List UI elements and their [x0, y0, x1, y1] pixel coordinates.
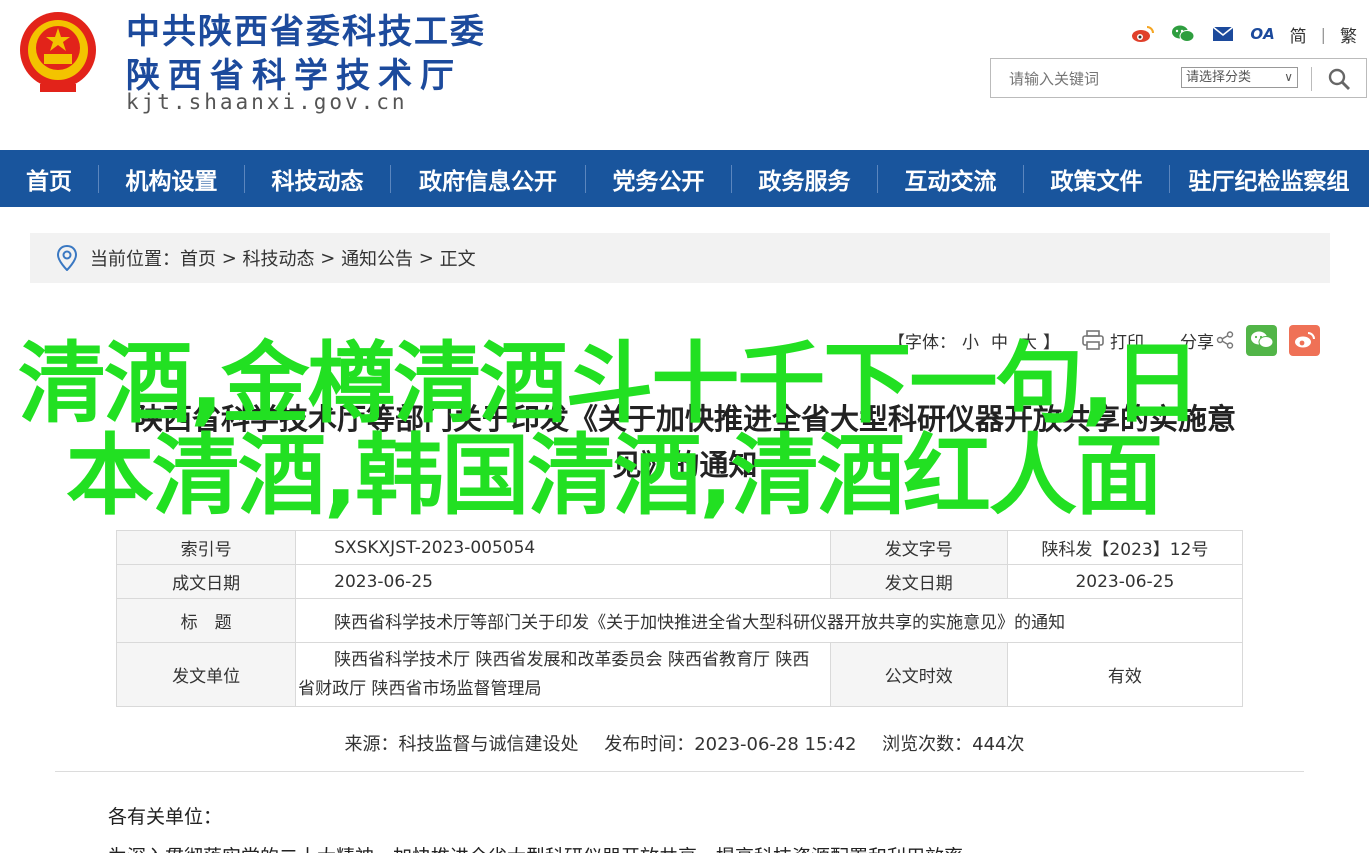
weibo-icon[interactable]	[1130, 23, 1156, 45]
meta-row: 索引号 SXSKXJST-2023-005054 发文字号 陕科发【2023】1…	[115, 530, 1244, 565]
article-body-line: 为深入贯彻落实党的二十大精神，加快推进全省大型科研仪器开放共享，提高科技资源配置…	[108, 845, 1308, 853]
meta-row: 标 题 陕西省科学技术厅等部门关于印发《关于加快推进全省大型科研仪器开放共享的实…	[115, 598, 1243, 643]
share-icon	[1216, 331, 1234, 349]
nav-item-interaction[interactable]: 互动交流	[878, 150, 1023, 207]
font-size-close: 】	[1043, 332, 1060, 353]
search-box: 请选择分类 ∨	[990, 58, 1367, 98]
doc-no-value: 陕科发【2023】12号	[1006, 530, 1244, 565]
search-divider	[1311, 67, 1312, 91]
breadcrumb-home[interactable]: 首页	[180, 245, 216, 271]
article-source-line: 来源：科技监督与诚信建设处 发布时间：2023-06-28 15:42 浏览次数…	[0, 730, 1369, 756]
index-value: SXSKXJST-2023-005054	[295, 530, 831, 565]
share-label: 分享	[1180, 332, 1214, 353]
article-title-line2: 见》的通知	[612, 448, 758, 482]
doc-no-label: 发文字号	[829, 530, 1008, 565]
print-button[interactable]: 打印	[1110, 328, 1144, 353]
share-wechat-button[interactable]	[1246, 324, 1277, 356]
subject-label: 标 题	[115, 598, 297, 643]
document-meta-table: 索引号 SXSKXJST-2023-005054 发文字号 陕科发【2023】1…	[115, 530, 1244, 707]
published-time: 发布时间：2023-06-28 15:42	[604, 734, 857, 755]
source-text: 来源：科技监督与诚信建设处	[344, 734, 579, 755]
validity-value: 有效	[1006, 642, 1244, 707]
nav-item-home[interactable]: 首页	[0, 150, 98, 207]
font-small-button[interactable]: 小	[962, 328, 979, 353]
created-date-label: 成文日期	[115, 564, 297, 599]
issuer-value: 陕西省科学技术厅 陕西省发展和改革委员会 陕西省教育厅 陕西省财政厅 陕西省市场…	[295, 642, 831, 707]
nav-item-policy-docs[interactable]: 政策文件	[1024, 150, 1169, 207]
article-body-cut: 为深入贯彻落实党的二十大精神，加快推进全省大型科研仪器开放共享，提高科技资源配置…	[108, 845, 1308, 853]
search-button[interactable]	[1323, 65, 1355, 93]
wechat-icon[interactable]	[1170, 23, 1196, 45]
font-medium-button[interactable]: 中	[991, 328, 1008, 353]
lang-simplified-link[interactable]: 简	[1290, 22, 1307, 47]
oa-icon[interactable]: OA	[1250, 23, 1276, 45]
mail-icon[interactable]	[1210, 23, 1236, 45]
share-weibo-button[interactable]	[1289, 324, 1320, 356]
top-icon-bar: OA 简 | 繁	[1130, 20, 1357, 48]
breadcrumb-separator: >	[216, 247, 243, 269]
meta-row: 发文单位 陕西省科学技术厅 陕西省发展和改革委员会 陕西省教育厅 陕西省财政厅 …	[115, 642, 1244, 707]
lang-separator: |	[1320, 24, 1326, 44]
nav-item-gov-info[interactable]: 政府信息公开	[391, 150, 585, 207]
issued-date-label: 发文日期	[829, 564, 1008, 599]
article-tools: 【字体： 小 中 大 】 打印 分享	[888, 322, 1320, 358]
nav-item-gov-services[interactable]: 政务服务	[732, 150, 877, 207]
nav-item-organization[interactable]: 机构设置	[99, 150, 244, 207]
validity-label: 公文时效	[829, 642, 1008, 707]
content-divider	[55, 771, 1304, 772]
national-emblem-icon[interactable]	[16, 8, 100, 96]
site-domain: kjt.shaanxi.gov.cn	[126, 90, 408, 114]
breadcrumb-current: 正文	[439, 249, 476, 270]
nav-item-party-affairs[interactable]: 党务公开	[586, 150, 731, 207]
nav-item-tech-news[interactable]: 科技动态	[245, 150, 390, 207]
search-input[interactable]	[1009, 68, 1169, 90]
site-header: 中共陕西省委科技工委 陕西省科学技术厅 kjt.shaanxi.gov.cn O…	[0, 0, 1369, 150]
breadcrumb-prefix: 当前位置：	[90, 249, 180, 270]
meta-row: 成文日期 2023-06-25 发文日期 2023-06-25	[115, 564, 1244, 599]
subject-value: 陕西省科学技术厅等部门关于印发《关于加快推进全省大型科研仪器开放共享的实施意见》…	[295, 598, 1243, 643]
nav-item-discipline-inspection[interactable]: 驻厅纪检监察组	[1170, 150, 1368, 207]
breadcrumb-separator: >	[314, 247, 342, 269]
breadcrumb-separator: >	[413, 247, 440, 269]
breadcrumb-notices[interactable]: 通知公告	[341, 245, 413, 271]
index-label: 索引号	[115, 530, 297, 565]
weibo-icon	[1294, 332, 1315, 348]
location-pin-icon	[56, 244, 80, 272]
lang-traditional-link[interactable]: 繁	[1340, 22, 1357, 47]
article-title-line1: 陕西省科学技术厅等部门关于印发《关于加快推进全省大型科研仪器开放共享的实施意	[133, 402, 1236, 436]
view-count: 浏览次数：444次	[882, 734, 1025, 755]
font-size-label: 【字体：	[888, 332, 956, 353]
search-icon	[1328, 68, 1350, 90]
issued-date-value: 2023-06-25	[1006, 564, 1244, 599]
article-greeting: 各有关单位：	[108, 806, 223, 828]
breadcrumb: 当前位置： 首页 > 科技动态 > 通知公告 > 正文	[30, 233, 1330, 283]
issuer-label: 发文单位	[115, 642, 297, 707]
article-title: 陕西省科学技术厅等部门关于印发《关于加快推进全省大型科研仪器开放共享的实施意 见…	[50, 396, 1320, 488]
breadcrumb-tech-news[interactable]: 科技动态	[243, 245, 315, 271]
wechat-icon	[1250, 331, 1273, 348]
chevron-down-icon: ∨	[1284, 70, 1293, 84]
site-title-line1[interactable]: 中共陕西省委科技工委	[126, 4, 486, 53]
main-nav: 首页 机构设置 科技动态 政府信息公开 党务公开 政务服务 互动交流 政策文件 …	[0, 150, 1369, 207]
category-select[interactable]: 请选择分类 ∨	[1181, 67, 1298, 88]
created-date-value: 2023-06-25	[295, 564, 831, 599]
font-large-button[interactable]: 大	[1020, 328, 1037, 353]
printer-icon	[1082, 330, 1104, 350]
category-select-label: 请选择分类	[1186, 70, 1252, 85]
